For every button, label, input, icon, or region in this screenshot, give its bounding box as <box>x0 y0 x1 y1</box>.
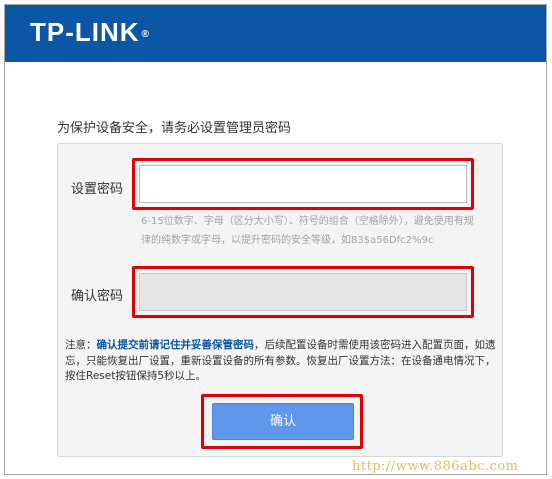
password-warning-note: 注意：确认提交前请记住并妥善保管密码，后续配置设备时需使用该密码进入配置页面，如… <box>65 338 498 385</box>
logo-text: TP-LINK <box>30 17 140 47</box>
note-prefix: 注意： <box>65 339 97 351</box>
confirm-password-label: 确认密码 <box>71 289 124 304</box>
router-setup-window: TP-LINK ® 为保护设备安全，请务必设置管理员密码 设置密码 6-15位数字… <box>4 4 547 475</box>
password-requirements-hint: 6-15位数字、字母（区分大小写）、符号的组合（空格除外），避免使用有规律的纯数… <box>141 216 474 246</box>
registered-mark: ® <box>141 29 150 40</box>
confirm-password-input[interactable] <box>139 273 467 311</box>
site-watermark: http://www.886abc.com <box>352 459 519 474</box>
set-password-input[interactable] <box>139 165 467 203</box>
submit-highlight: 确认 <box>201 394 363 449</box>
password-setup-prompt: 为保护设备安全，请务必设置管理员密码 <box>57 121 292 136</box>
tp-link-logo: TP-LINK ® <box>30 17 150 47</box>
note-emphasis: 确认提交前请记住并妥善保管密码 <box>96 339 255 351</box>
password-field-highlight <box>132 158 474 210</box>
set-password-label: 设置密码 <box>71 182 124 197</box>
header-bar: TP-LINK ® <box>5 5 546 62</box>
password-form-panel: 设置密码 6-15位数字、字母（区分大小写）、符号的组合（空格除外），避免使用有… <box>57 143 503 457</box>
confirm-button[interactable]: 确认 <box>212 403 354 440</box>
confirm-field-highlight <box>132 266 474 318</box>
